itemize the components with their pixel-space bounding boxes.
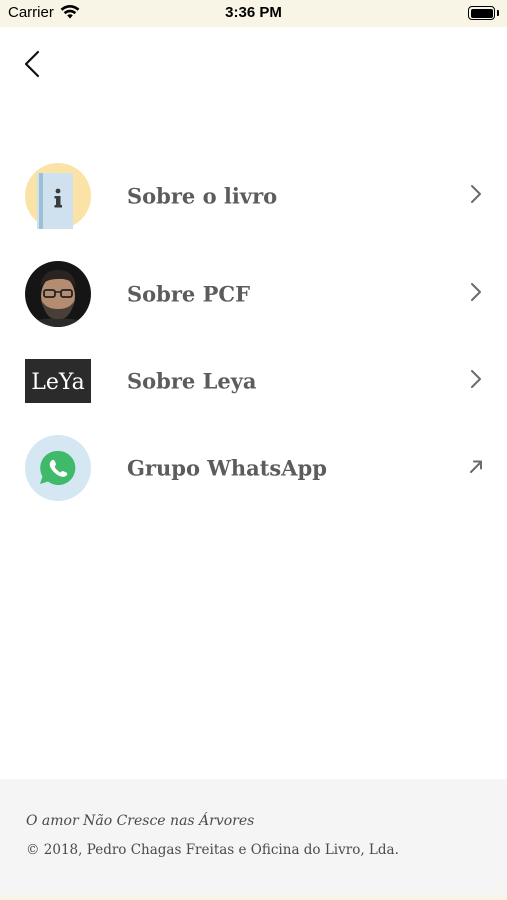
footer-copyright: © 2018, Pedro Chagas Freitas e Oficina d… xyxy=(26,842,399,858)
back-button[interactable] xyxy=(18,46,50,82)
chevron-right-icon xyxy=(468,281,484,307)
battery-icon xyxy=(468,6,499,20)
menu-item-label: Grupo WhatsApp xyxy=(127,455,327,481)
footer-book-title: O amor Não Cresce nas Árvores xyxy=(26,813,255,829)
chevron-left-icon xyxy=(24,50,40,78)
chevron-right-icon xyxy=(468,183,484,209)
leya-logo: LeYa xyxy=(25,359,91,407)
menu-item-label: Sobre PCF xyxy=(127,281,251,307)
status-bar: Carrier 3:36 PM xyxy=(0,0,507,27)
chevron-right-icon xyxy=(468,368,484,394)
menu-item-grupo-whatsapp[interactable]: Grupo WhatsApp xyxy=(0,428,507,508)
bottom-strip xyxy=(0,895,507,900)
leya-logo-text: LeYa xyxy=(31,370,85,395)
external-link-icon xyxy=(468,455,484,481)
whatsapp-icon xyxy=(25,435,91,505)
author-avatar xyxy=(25,261,91,331)
footer: O amor Não Cresce nas Árvores © 2018, Pe… xyxy=(0,779,507,895)
menu-item-sobre-leya[interactable]: LeYa Sobre Leya xyxy=(0,341,507,421)
battery-level-fill xyxy=(470,8,493,18)
menu-item-sobre-pcf[interactable]: Sobre PCF xyxy=(0,254,507,334)
menu-item-label: Sobre Leya xyxy=(127,368,257,394)
book-info-icon xyxy=(25,163,91,233)
menu-item-label: Sobre o livro xyxy=(127,183,278,209)
menu-item-sobre-o-livro[interactable]: Sobre o livro xyxy=(0,156,507,236)
status-time: 3:36 PM xyxy=(225,4,282,21)
